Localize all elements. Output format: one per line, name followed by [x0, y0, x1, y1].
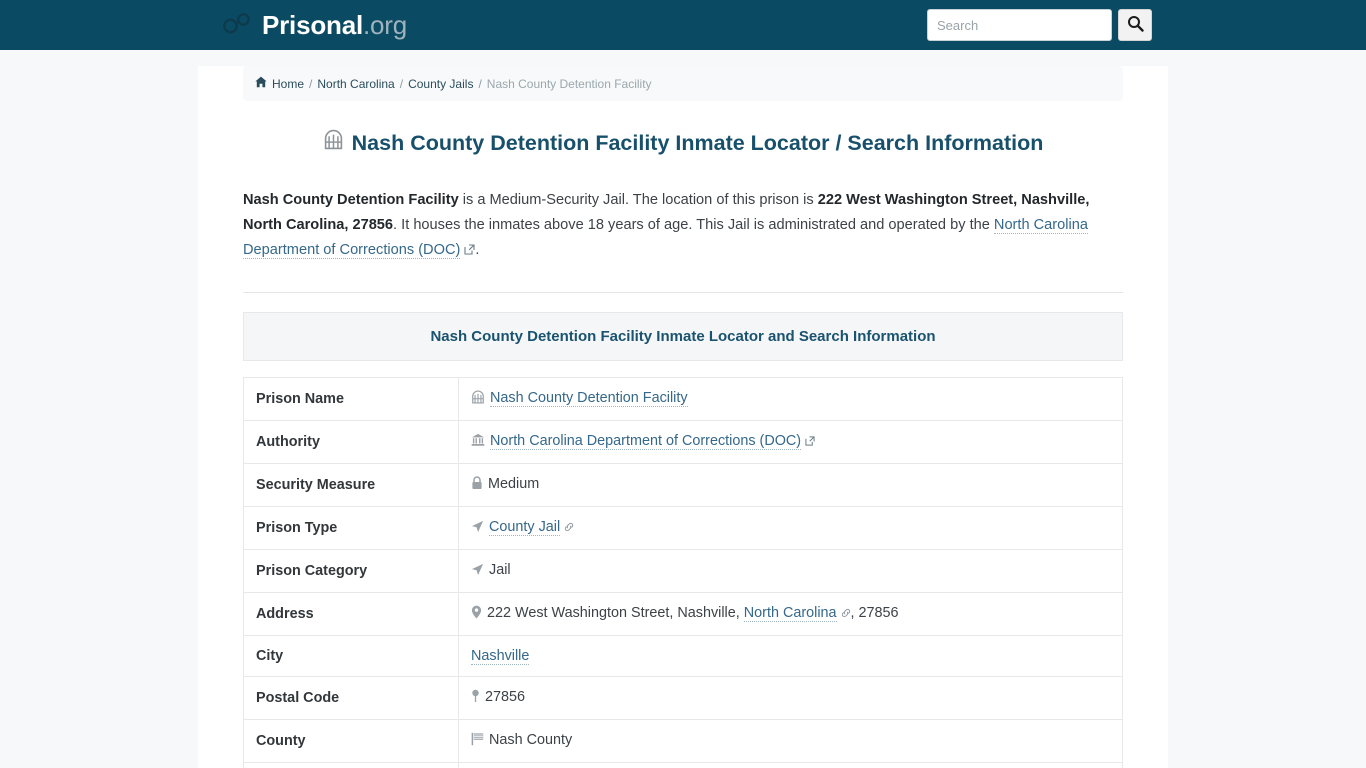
external-link-icon — [805, 434, 815, 450]
home-icon — [255, 76, 267, 91]
prison-category-value: Jail — [489, 562, 511, 579]
table-row: County Nash County — [243, 719, 1123, 764]
map-marker-icon — [471, 605, 482, 623]
row-label-prison-category: Prison Category — [243, 549, 459, 594]
county-value: Nash County — [489, 732, 573, 749]
row-value-prison-category: Jail — [458, 549, 1123, 594]
header-search — [927, 9, 1152, 41]
breadcrumb-item-home[interactable]: Home — [272, 77, 304, 91]
row-value-prison-name: Nash County Detention Facility — [458, 377, 1123, 422]
breadcrumb-separator: / — [309, 76, 313, 91]
city-link[interactable]: Nashville — [471, 648, 530, 666]
intro-text-2: . It houses the inmates above 18 years o… — [393, 217, 994, 234]
row-value-state: North Carolina ( NC ) — [458, 762, 1123, 768]
row-label-address: Address — [243, 592, 459, 637]
jail-door-icon — [471, 390, 485, 408]
brand-tld: .org — [363, 10, 408, 40]
breadcrumb-separator: / — [399, 76, 404, 91]
table-row: Address 222 West Washington Street, Nash… — [243, 592, 1123, 637]
breadcrumb-item-county-jails[interactable]: County Jails — [408, 77, 473, 91]
row-value-authority: North Carolina Department of Corrections… — [458, 420, 1123, 465]
external-link-icon — [464, 239, 475, 264]
location-arrow-icon — [471, 563, 484, 580]
table-row: State North Carolina ( NC ) — [243, 762, 1123, 768]
table-row: Prison Type County Jail — [243, 506, 1123, 551]
address-state-link[interactable]: North Carolina — [743, 605, 837, 623]
table-caption: Nash County Detention Facility Inmate Lo… — [243, 312, 1123, 362]
chain-link-icon — [564, 520, 574, 536]
intro-text-3: . — [475, 242, 480, 259]
map-pin-icon — [471, 689, 480, 707]
row-value-address: 222 West Washington Street, Nashville, N… — [458, 592, 1123, 637]
row-label-prison-name: Prison Name — [243, 377, 459, 422]
facility-info-table: Prison Name Nash County Detention Facili… — [243, 377, 1123, 768]
jail-door-icon — [323, 129, 344, 158]
breadcrumb-separator: / — [478, 76, 482, 91]
row-value-security-measure: Medium — [458, 463, 1123, 508]
intro-facility-name: Nash County Detention Facility — [243, 191, 459, 208]
row-value-city: Nashville — [458, 635, 1123, 678]
page-title: Nash County Detention Facility Inmate Lo… — [243, 129, 1123, 158]
flag-icon — [471, 732, 484, 750]
location-arrow-icon — [471, 520, 484, 537]
site-header: Prisonal.org — [0, 0, 1366, 50]
table-row: City Nashville — [243, 635, 1123, 678]
row-label-prison-type: Prison Type — [243, 506, 459, 551]
table-row: Prison Category Jail — [243, 549, 1123, 594]
postal-code-value: 27856 — [485, 689, 526, 706]
search-input[interactable] — [927, 9, 1112, 41]
row-label-postal-code: Postal Code — [243, 676, 459, 721]
authority-link[interactable]: North Carolina Department of Corrections… — [490, 433, 802, 451]
brand-name: Prisonal — [262, 10, 363, 40]
row-label-security-measure: Security Measure — [243, 463, 459, 508]
row-label-state: State — [243, 762, 459, 768]
search-button[interactable] — [1118, 9, 1152, 41]
row-label-city: City — [243, 635, 459, 678]
prison-type-link[interactable]: County Jail — [489, 519, 561, 537]
address-suffix: , 27856 — [850, 605, 899, 622]
lock-icon — [471, 476, 483, 494]
search-icon — [1127, 15, 1144, 35]
table-row: Security Measure Medium — [243, 463, 1123, 508]
row-label-county: County — [243, 719, 459, 764]
row-label-authority: Authority — [243, 420, 459, 465]
breadcrumb-item-north-carolina[interactable]: North Carolina — [317, 77, 394, 91]
section-divider — [243, 292, 1123, 294]
address-prefix: 222 West Washington Street, Nashville, — [487, 605, 744, 622]
table-row: Prison Name Nash County Detention Facili… — [243, 377, 1123, 422]
page-content: Home / North Carolina / County Jails / N… — [198, 66, 1168, 768]
table-row: Authority North Carolina Department of C… — [243, 420, 1123, 465]
row-value-county: Nash County — [458, 719, 1123, 764]
intro-paragraph: Nash County Detention Facility is a Medi… — [243, 188, 1123, 264]
row-value-postal-code: 27856 — [458, 676, 1123, 721]
prison-name-link[interactable]: Nash County Detention Facility — [490, 390, 688, 408]
page-title-text: Nash County Detention Facility Inmate Lo… — [351, 130, 1044, 155]
site-logo[interactable]: Prisonal.org — [222, 11, 407, 40]
row-value-prison-type: County Jail — [458, 506, 1123, 551]
chain-link-icon — [841, 606, 851, 622]
handcuffs-icon — [222, 11, 252, 40]
table-row: Postal Code 27856 — [243, 676, 1123, 721]
intro-text-1: is a Medium-Security Jail. The location … — [458, 191, 818, 208]
breadcrumb-item-current: Nash County Detention Facility — [486, 76, 652, 91]
bank-institution-icon — [471, 433, 485, 451]
breadcrumb: Home / North Carolina / County Jails / N… — [243, 66, 1123, 101]
security-measure-value: Medium — [488, 476, 540, 493]
